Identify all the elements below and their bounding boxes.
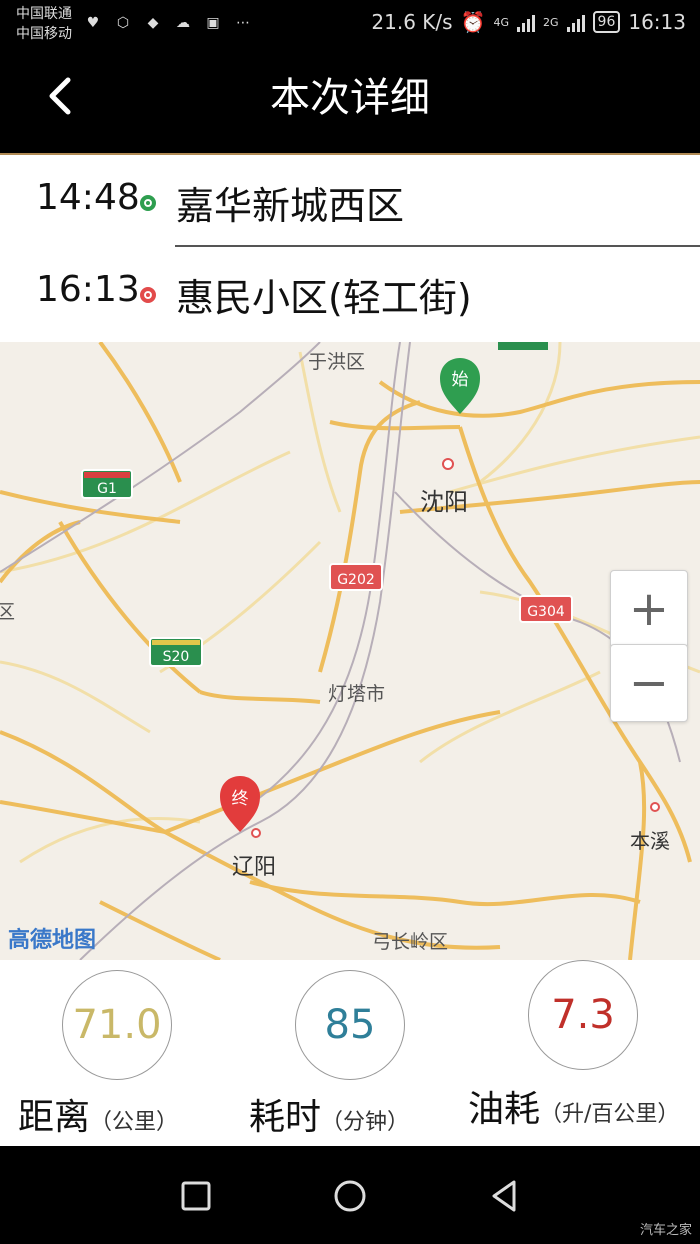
start-dot-icon — [140, 195, 156, 211]
map-label-yuhong: 于洪区 — [308, 351, 365, 373]
system-nav-bar: 汽车之家 — [0, 1146, 700, 1244]
city-dot-shenyang — [442, 458, 454, 470]
route-map[interactable]: G1 S20 G202 G304 于洪区 沈阳 灯塔市 辽阳 本溪 弓长岭区 区 — [0, 342, 700, 960]
map-canvas: G1 S20 G202 G304 于洪区 沈阳 灯塔市 辽阳 本溪 弓长岭区 区 — [0, 342, 700, 960]
map-label-gongchangling: 弓长岭区 — [372, 931, 448, 953]
amap-logo: 高德地图 — [8, 927, 96, 953]
map-label-shenyang: 沈阳 — [420, 488, 468, 516]
start-marker-icon[interactable]: 始 — [440, 358, 480, 414]
shield-app-icon: ⬡ — [116, 15, 130, 31]
map-label-dengta: 灯塔市 — [328, 683, 385, 705]
start-time: 14:48 — [36, 177, 140, 218]
net-2g: 2G — [543, 15, 559, 29]
duration-value: 85 — [295, 970, 405, 1080]
alarm-icon: ⏰ — [460, 10, 486, 34]
duration-label: 耗时 — [249, 1097, 322, 1138]
start-place: 嘉华新城西区 — [176, 184, 405, 228]
fuel-label: 油耗 — [468, 1089, 541, 1130]
route-start-row: 14:48 嘉华新城西区 — [0, 155, 700, 245]
app-logo-icon: ◆ — [147, 15, 159, 31]
status-right: 21.6 K/s ⏰ 4G 2G 96 16:13 — [371, 10, 686, 34]
distance-unit: （公里） — [90, 1110, 179, 1135]
road-shield-g304: G304 — [519, 595, 573, 623]
more-icon: ⋯ — [236, 15, 250, 31]
system-back-button[interactable] — [486, 1176, 526, 1216]
store-icon: ▣ — [206, 15, 220, 31]
stat-duration: 85 耗时（分钟） — [233, 960, 466, 1146]
distance-value: 71.0 — [62, 970, 172, 1080]
fuel-value: 7.3 — [528, 960, 638, 1070]
distance-label: 距离 — [18, 1097, 91, 1138]
header-bar: 本次详细 — [0, 50, 700, 154]
svg-text:G1: G1 — [97, 481, 117, 497]
notification-icons: ♥ ⬡ ◆ ☁ ▣ ⋯ — [82, 12, 254, 34]
distance-label-row: 距离（公里） — [18, 1088, 178, 1140]
svg-text:G304: G304 — [527, 604, 565, 620]
fuel-label-row: 油耗（升/百公里） — [468, 1080, 690, 1132]
map-label-left-edge: 区 — [0, 601, 15, 623]
watermark: 汽车之家 — [639, 1223, 692, 1238]
stat-distance: 71.0 距离（公里） — [0, 960, 233, 1146]
battery-level: 96 — [592, 11, 621, 33]
net-4g: 4G — [493, 15, 509, 29]
city-dot-benxi — [650, 802, 660, 812]
duration-unit: （分钟） — [321, 1110, 410, 1135]
route-end-row: 16:13 惠民小区(轻工街) — [0, 247, 700, 337]
road-shield-s20: S20 — [149, 637, 203, 667]
svg-text:始: 始 — [452, 370, 469, 390]
svg-text:G202: G202 — [337, 572, 375, 588]
svg-text:终: 终 — [232, 789, 249, 809]
road-shield-g202: G202 — [329, 563, 383, 591]
map-label-liaoyang: 辽阳 — [232, 855, 276, 880]
signal-4g-icon — [517, 12, 535, 32]
signal-2g-icon — [566, 12, 585, 32]
page-title: 本次详细 — [270, 75, 430, 121]
wechat-icon: ☁ — [176, 15, 190, 31]
zoom-in-button[interactable]: + — [610, 570, 688, 648]
health-icon: ♥ — [86, 15, 100, 31]
route-panel: 14:48 嘉华新城西区 16:13 惠民小区(轻工街) — [0, 155, 700, 342]
zoom-out-button[interactable]: − — [610, 644, 688, 722]
road-shield-g1: G1 — [81, 469, 133, 499]
recent-apps-button[interactable] — [176, 1176, 216, 1216]
carrier-1: 中国联通 — [16, 6, 72, 22]
stat-fuel: 7.3 油耗（升/百公里） — [466, 960, 699, 1146]
map-label-benxi: 本溪 — [630, 829, 670, 853]
clock: 16:13 — [628, 10, 686, 34]
end-marker-icon[interactable]: 终 — [220, 776, 260, 832]
net-speed: 21.6 K/s — [371, 10, 453, 34]
city-dot-liaoyang — [251, 828, 261, 838]
road-shield-partial — [498, 342, 548, 350]
end-place: 惠民小区(轻工街) — [176, 276, 472, 320]
trip-stats: 71.0 距离（公里） 85 耗时（分钟） 7.3 油耗（升/百公里） — [0, 960, 700, 1146]
fuel-unit: （升/百公里） — [540, 1102, 680, 1127]
svg-text:S20: S20 — [163, 649, 190, 665]
end-dot-icon — [140, 287, 156, 303]
end-time: 16:13 — [36, 269, 140, 310]
carrier-2: 中国移动 — [16, 26, 72, 42]
status-bar: 中国联通 中国移动 ♥ ⬡ ◆ ☁ ▣ ⋯ 21.6 K/s ⏰ 4G 2G 9… — [0, 0, 700, 50]
carrier-info: 中国联通 中国移动 — [16, 4, 72, 44]
duration-label-row: 耗时（分钟） — [249, 1088, 409, 1140]
home-button[interactable] — [330, 1176, 370, 1216]
